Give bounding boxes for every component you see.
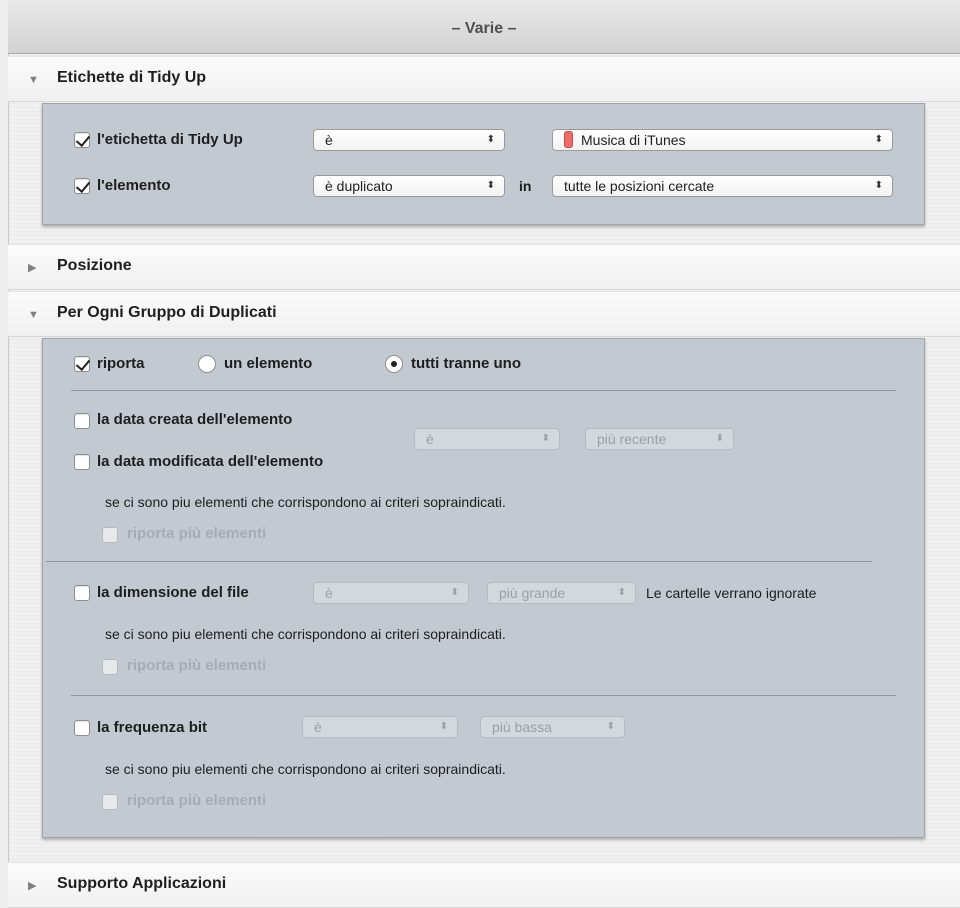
radio-all-but-one[interactable] [385,355,403,373]
separator [46,561,872,562]
select-value: tutte le posizioni cercate [564,178,715,194]
tidy-label-checkbox[interactable] [74,132,90,148]
file-size-checkbox[interactable] [74,585,90,601]
select-value: è [325,585,333,601]
select-value: è [426,431,434,447]
report-checkbox[interactable] [74,356,90,372]
section-title: Posizione [57,257,132,274]
bitrate-order-select[interactable]: più bassa ⬍ [480,716,625,738]
radio-all-but-one-label: tutti tranne uno [411,355,521,372]
popup-arrows-icon: ⬍ [617,587,626,598]
select-value: più grande [499,585,566,601]
window-title: – Varie – [8,0,960,54]
popup-arrows-icon: ⬍ [874,180,883,191]
tidy-label-label: l'etichetta di Tidy Up [97,131,243,148]
disclosure-triangle-right-icon[interactable]: ▶ [28,262,40,274]
size-report-more-checkbox[interactable] [102,659,118,675]
section-title: Etichette di Tidy Up [57,69,207,86]
tidy-label-value-select[interactable]: Musica di iTunes ⬍ [552,129,893,151]
popup-arrows-icon: ⬍ [486,134,495,145]
popup-arrows-icon: ⬍ [486,180,495,191]
separator [71,695,896,696]
popup-arrows-icon: ⬍ [541,433,550,444]
disclosure-triangle-down-icon[interactable]: ▼ [28,309,40,321]
created-date-label: la data creata dell'elemento [97,411,293,428]
report-label: riporta [97,355,145,372]
bitrate-note: se ci sono piu elementi che corrispondon… [105,761,506,777]
tidy-labels-panel: l'etichetta di Tidy Up è ⬍ Musica di iTu… [42,103,925,225]
disclosure-triangle-down-icon[interactable]: ▼ [28,74,40,86]
element-checkbox[interactable] [74,178,90,194]
element-label: l'elemento [97,177,171,194]
popup-arrows-icon: ⬍ [450,587,459,598]
select-value: più bassa [492,719,552,735]
section-header-position[interactable]: ▶ Posizione [8,244,960,290]
connector-in: in [519,178,532,194]
radio-one-element[interactable] [198,355,216,373]
popup-arrows-icon: ⬍ [606,721,615,732]
date-note: se ci sono piu elementi che corrispondon… [105,494,506,510]
bitrate-report-more-label: riporta più elementi [127,792,267,809]
date-report-more-checkbox[interactable] [102,527,118,543]
select-value: è [325,132,333,148]
created-date-checkbox[interactable] [74,413,90,429]
per-group-panel: riporta un elemento tutti tranne uno la … [42,338,925,838]
select-value: più recente [597,431,667,447]
modified-date-checkbox[interactable] [74,454,90,470]
color-label-swatch-icon [564,131,573,148]
select-value: è duplicato [325,178,393,194]
folders-ignored-hint: Le cartelle verrano ignorate [646,585,817,601]
date-order-select[interactable]: più recente ⬍ [585,428,734,450]
size-order-select[interactable]: più grande ⬍ [487,582,636,604]
section-header-app-support[interactable]: ▶ Supporto Applicazioni [8,862,960,908]
file-size-label: la dimensione del file [97,584,249,601]
section-title: Per Ogni Gruppo di Duplicati [57,304,277,321]
separator [71,390,896,391]
radio-one-element-label: un elemento [224,355,313,372]
bitrate-report-more-checkbox[interactable] [102,794,118,810]
date-operator-select[interactable]: è ⬍ [414,428,560,450]
popup-arrows-icon: ⬍ [439,721,448,732]
bitrate-operator-select[interactable]: è ⬍ [302,716,458,738]
section-title: Supporto Applicazioni [57,875,227,892]
element-operator-select[interactable]: è duplicato ⬍ [313,175,505,197]
section-header-tidy-labels[interactable]: ▼ Etichette di Tidy Up [8,56,960,102]
date-report-more-label: riporta più elementi [127,525,267,542]
size-report-more-label: riporta più elementi [127,657,267,674]
popup-arrows-icon: ⬍ [874,134,883,145]
bitrate-checkbox[interactable] [74,720,90,736]
modified-date-label: la data modificata dell'elemento [97,453,324,470]
disclosure-triangle-right-icon[interactable]: ▶ [28,880,40,892]
bitrate-label: la frequenza bit [97,719,208,736]
size-note: se ci sono piu elementi che corrispondon… [105,626,506,642]
popup-arrows-icon: ⬍ [715,433,724,444]
element-scope-select[interactable]: tutte le posizioni cercate ⬍ [552,175,893,197]
size-operator-select[interactable]: è ⬍ [313,582,469,604]
tidy-label-operator-select[interactable]: è ⬍ [313,129,505,151]
select-value: è [314,719,322,735]
select-value: Musica di iTunes [581,132,686,148]
section-header-per-group[interactable]: ▼ Per Ogni Gruppo di Duplicati [8,291,960,337]
